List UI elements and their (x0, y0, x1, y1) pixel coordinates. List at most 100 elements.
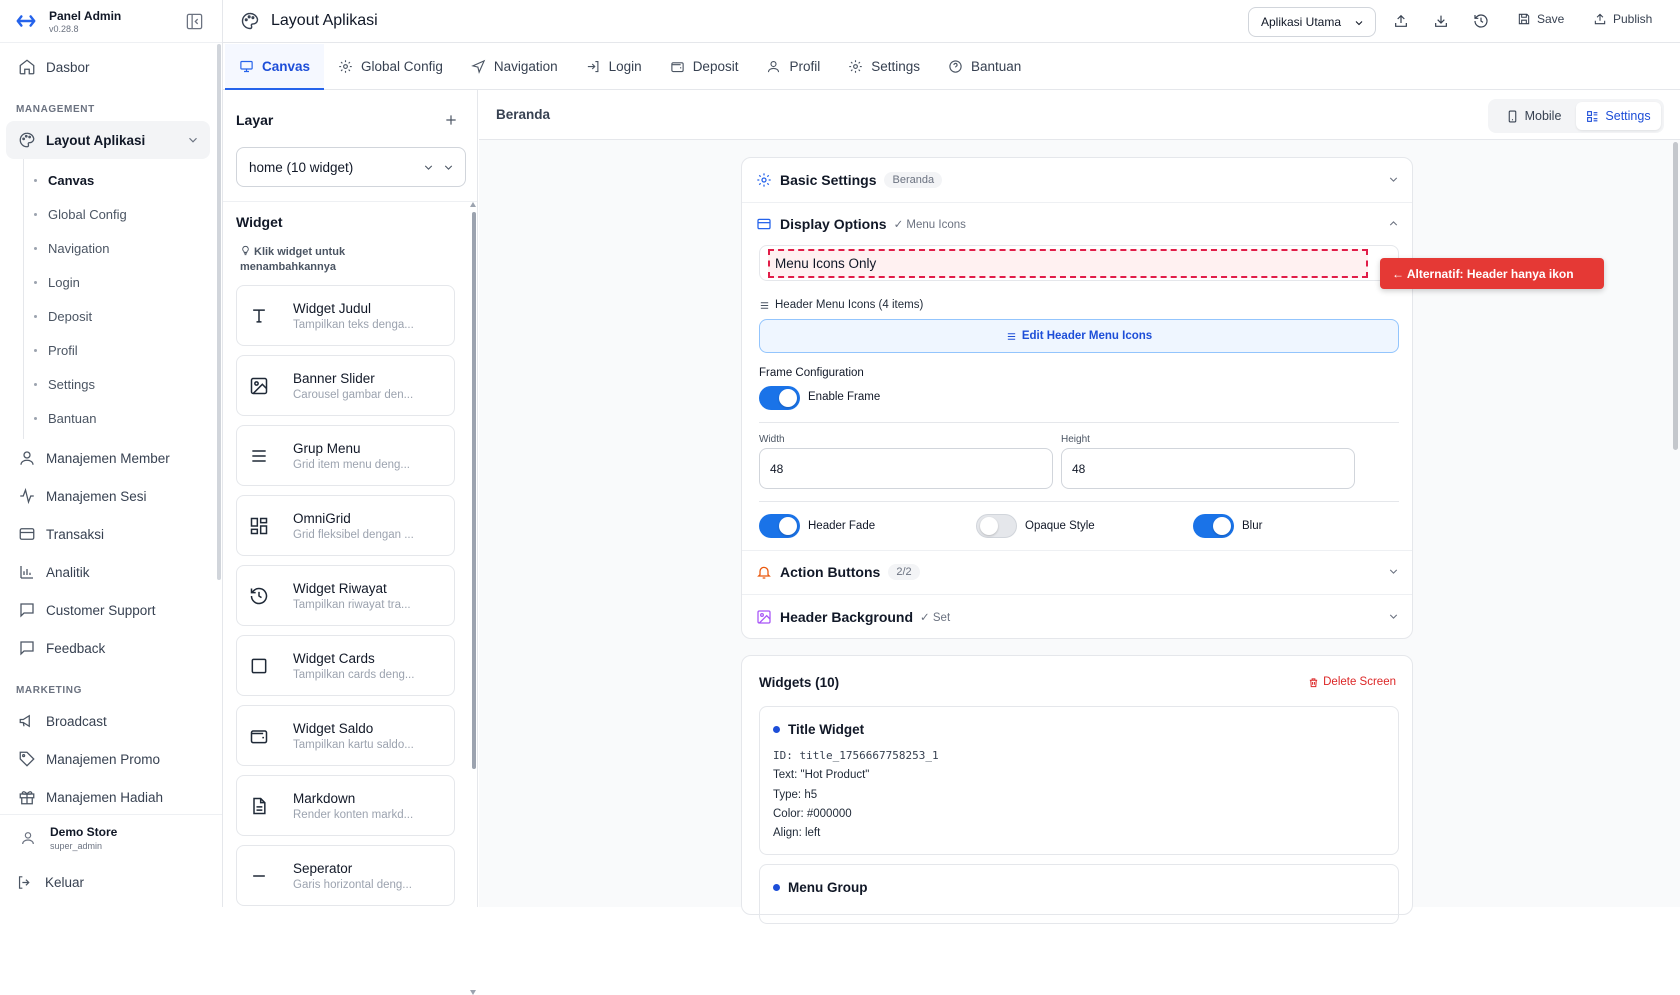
sidebar-item-dasbor[interactable]: Dasbor (0, 48, 222, 86)
accordion-display-options[interactable]: Display Options ✓ Menu Icons (742, 202, 1412, 246)
header-mode-select[interactable]: Menu Icons Only (759, 245, 1399, 281)
header-fade-toggle[interactable] (759, 514, 800, 538)
accordion-title: Header Background (780, 609, 914, 625)
subnav-item-deposit[interactable]: Deposit (24, 299, 222, 333)
widget-card-desc: Tampilkan kartu saldo... (293, 738, 414, 751)
plus-icon[interactable] (443, 112, 459, 128)
widgets-panel-title: Widgets (10) (759, 675, 840, 690)
widget-item-title[interactable]: Title Widget ID: title_1756667758253_1 T… (759, 706, 1399, 855)
accordion-action-buttons[interactable]: Action Buttons 2/2 (742, 550, 1412, 594)
tab-navigation[interactable]: Navigation (457, 44, 572, 89)
widget-card-name: Seperator (293, 860, 353, 876)
file-text-icon (249, 796, 269, 816)
sidebar-item-manajemen-member[interactable]: Manajemen Member (0, 439, 222, 477)
delete-screen-label: Delete Screen (1323, 676, 1396, 688)
widget-card-grup-menu[interactable]: Grup Menu Grid item menu deng... (236, 425, 455, 486)
grid-icon (249, 516, 269, 536)
widgets-panel: Widgets (10) Delete Screen Title Widget … (741, 655, 1413, 924)
sidebar-item-label: Transaksi (46, 526, 105, 542)
brand-title: Panel Admin (49, 8, 122, 23)
sidebar-item-manajemen-sesi[interactable]: Manajemen Sesi (0, 477, 222, 515)
subnav-item-settings[interactable]: Settings (24, 367, 222, 401)
credit-card-icon (18, 525, 36, 543)
sidebar-item-customer-support[interactable]: Customer Support (0, 591, 222, 629)
tab-deposit[interactable]: Deposit (656, 44, 753, 89)
widget-list-scrollbar[interactable] (472, 212, 476, 769)
widget-card-saldo[interactable]: Widget Saldo Tampilkan kartu saldo... (236, 705, 455, 766)
sidebar-item-layout-aplikasi[interactable]: Layout Aplikasi (6, 121, 210, 159)
subnav-label: Navigation (48, 240, 110, 256)
subnav-item-login[interactable]: Login (24, 265, 222, 299)
blur-label: Blur (1242, 520, 1263, 532)
logout-label: Keluar (45, 874, 85, 890)
sidebar-scrollbar[interactable] (217, 44, 221, 580)
text-icon (249, 306, 269, 326)
square-icon (249, 656, 269, 676)
blur-toggle[interactable] (1193, 514, 1234, 538)
tag-icon (18, 750, 36, 768)
save-button[interactable]: Save (1517, 12, 1564, 26)
upload-icon[interactable] (1393, 13, 1409, 29)
tab-canvas[interactable]: Canvas (225, 44, 325, 90)
widget-card-banner-slider[interactable]: Banner Slider Carousel gambar den... (236, 355, 455, 416)
subnav-item-global-config[interactable]: Global Config (24, 197, 222, 231)
screen-select[interactable]: home (10 widget) (236, 147, 466, 187)
tab-bantuan[interactable]: Bantuan (934, 44, 1035, 89)
widget-item-menu-group[interactable]: Menu Group (759, 864, 1399, 924)
edit-header-menu-icons-button[interactable]: Edit Header Menu Icons (759, 319, 1399, 353)
user-name: Demo Store (50, 824, 118, 839)
accordion-header-background[interactable]: Header Background ✓ Set (742, 595, 1412, 639)
history-icon[interactable] (1473, 13, 1489, 29)
view-mobile-button[interactable]: Mobile (1491, 102, 1576, 130)
status-dot (773, 884, 780, 891)
bullet-dot (34, 246, 37, 250)
sidebar-item-transaksi[interactable]: Transaksi (0, 515, 222, 553)
opaque-style-toggle[interactable] (976, 514, 1017, 538)
publish-label: Publish (1613, 12, 1653, 26)
logout-button[interactable]: Keluar (0, 862, 222, 902)
scroll-down-arrow[interactable] (470, 990, 476, 995)
sidebar-collapse-icon[interactable] (185, 12, 204, 31)
widget-card-name: Markdown (293, 790, 356, 806)
subnav-item-profil[interactable]: Profil (24, 333, 222, 367)
sidebar-item-manajemen-hadiah[interactable]: Manajemen Hadiah (0, 778, 222, 814)
sidebar-item-manajemen-promo[interactable]: Manajemen Promo (0, 740, 222, 778)
scroll-up-arrow[interactable] (470, 202, 476, 207)
height-input[interactable]: 48 (1061, 448, 1355, 489)
widget-card-cards[interactable]: Widget Cards Tampilkan cards deng... (236, 635, 455, 696)
app-select[interactable]: Aplikasi Utama (1248, 7, 1376, 37)
subnav-item-navigation[interactable]: Navigation (24, 231, 222, 265)
view-settings-button[interactable]: Settings (1576, 102, 1661, 130)
widget-card-judul[interactable]: Widget Judul Tampilkan teks denga... (236, 285, 455, 346)
accordion-basic-settings[interactable]: Basic Settings Beranda (742, 158, 1412, 202)
widget-card-omnigrid[interactable]: OmniGrid Grid fleksibel dengan ... (236, 495, 455, 556)
tab-global-config[interactable]: Global Config (324, 44, 457, 89)
widget-card-riwayat[interactable]: Widget Riwayat Tampilkan riwayat tra... (236, 565, 455, 626)
delete-screen-button[interactable]: Delete Screen (1308, 676, 1396, 688)
layers-title: Layar (236, 112, 274, 128)
upload-icon (1593, 12, 1607, 26)
sidebar-item-label: Manajemen Member (46, 450, 170, 466)
menu-lines-icon (1006, 331, 1017, 342)
publish-button[interactable]: Publish (1593, 12, 1652, 26)
edit-button-label: Edit Header Menu Icons (1021, 330, 1153, 342)
user-profile[interactable]: Demo Store super_admin (0, 814, 222, 860)
tab-settings[interactable]: Settings (834, 44, 934, 89)
widget-card-seperator[interactable]: Seperator Garis horizontal deng... (236, 845, 455, 906)
subnav-item-canvas[interactable]: Canvas (24, 163, 222, 197)
width-input[interactable]: 48 (759, 448, 1053, 489)
sidebar-item-feedback[interactable]: Feedback (0, 629, 222, 667)
widget-card-markdown[interactable]: Markdown Render konten markd... (236, 775, 455, 836)
main-scrollbar[interactable] (1673, 142, 1678, 450)
gear-icon (756, 172, 772, 188)
enable-frame-toggle[interactable] (759, 386, 800, 410)
sidebar-item-broadcast[interactable]: Broadcast (0, 702, 222, 740)
bar-chart-icon (18, 563, 36, 581)
tab-login[interactable]: Login (572, 44, 656, 89)
subnav-item-bantuan[interactable]: Bantuan (24, 401, 222, 435)
wallet-icon (249, 726, 269, 746)
widget-card-name: Banner Slider (293, 370, 375, 386)
tab-profil[interactable]: Profil (752, 44, 834, 89)
sidebar-item-analitik[interactable]: Analitik (0, 553, 222, 591)
download-icon[interactable] (1433, 13, 1449, 29)
